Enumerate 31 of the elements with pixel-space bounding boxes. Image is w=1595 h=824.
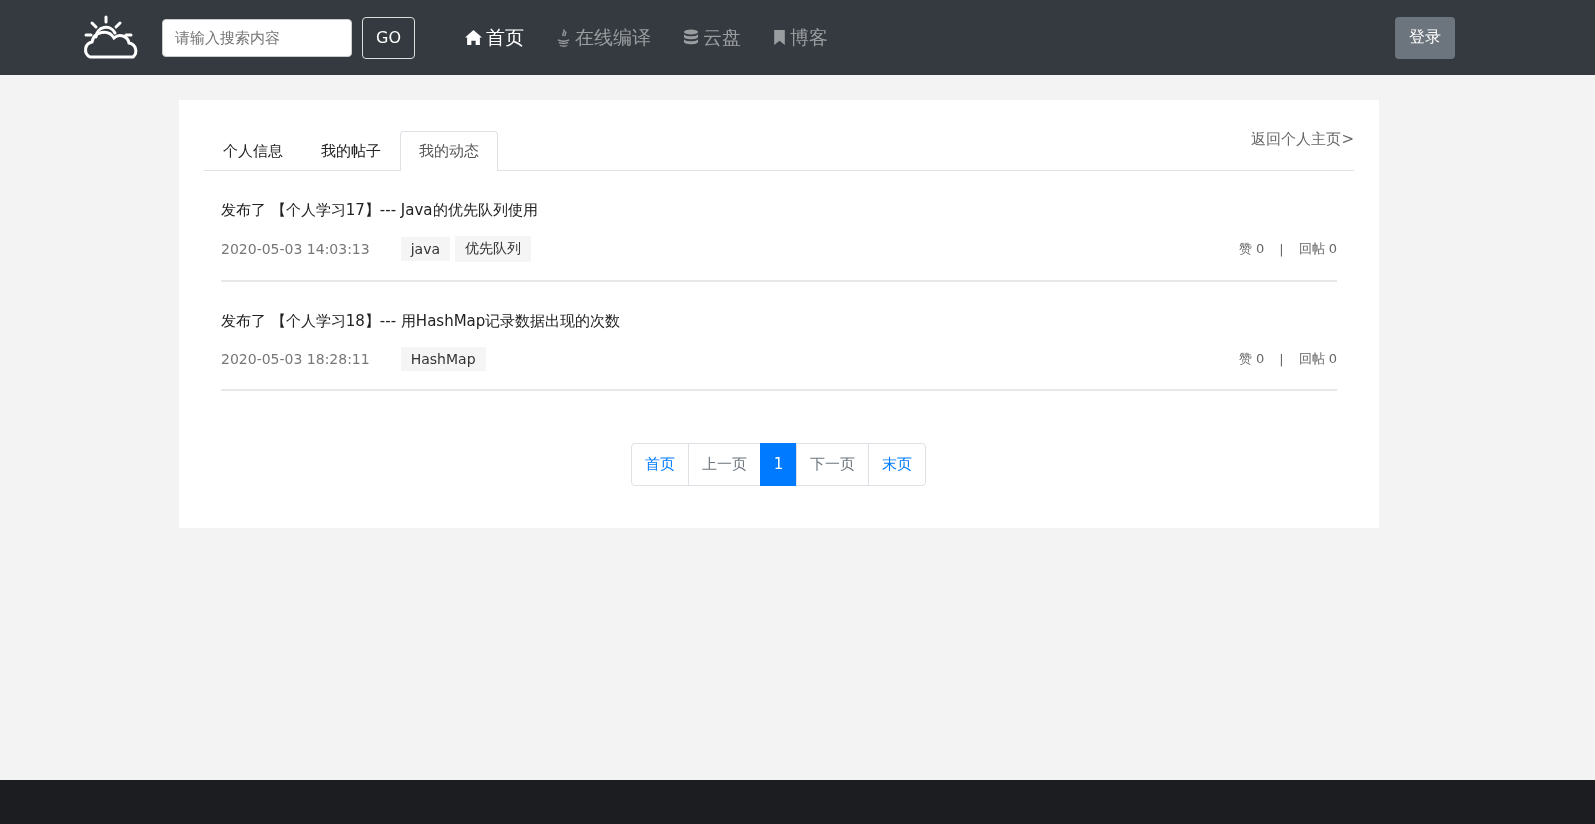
go-button[interactable]: GO [362,16,415,59]
home-icon [465,29,482,46]
nav-link[interactable]: 博客 [773,24,828,51]
pagination-button[interactable]: 1 [759,443,798,486]
back-to-profile-link[interactable]: 返回个人主页> [1251,130,1354,149]
tag[interactable]: HashMap [400,347,486,371]
separator: | [1279,351,1284,367]
replies-count: 回帖 0 [1298,240,1337,258]
post-title[interactable]: 发布了 【个人学习18】--- 用HashMap记录数据出现的次数 [221,312,1337,331]
search-field[interactable]: 请输入搜索内容 [162,18,352,57]
post-time: 2020-05-03 14:03:13 [221,241,370,257]
separator: | [1279,241,1284,257]
post-title[interactable]: 发布了 【个人学习17】--- Java的优先队列使用 [221,201,1337,220]
pagination-button[interactable]: 末页 [868,443,927,486]
tab[interactable]: 个人信息 [204,131,302,171]
database-icon [683,28,699,47]
bookmark-icon [773,29,786,46]
tag[interactable]: java [400,237,451,261]
post-time: 2020-05-03 18:28:11 [221,351,370,367]
likes-count: 赞 0 [1238,240,1265,258]
likes-count: 赞 0 [1238,350,1265,368]
nav-link[interactable]: 在线编译 [556,24,651,51]
nav-link[interactable]: 首页 [465,24,524,51]
tab[interactable]: 我的动态 [400,131,498,171]
nav-link[interactable]: 云盘 [683,24,741,51]
login-button[interactable]: 登录 [1395,16,1455,59]
pagination-button[interactable]: 首页 [630,443,689,486]
tag[interactable]: 优先队列 [455,236,532,262]
tab[interactable]: 我的帖子 [302,131,400,171]
replies-count: 回帖 0 [1298,350,1337,368]
coffee-cup-icon [556,27,571,48]
